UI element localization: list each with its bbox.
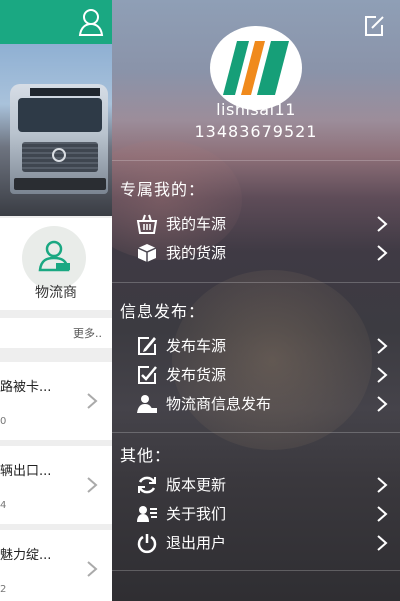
category-label: 物流商 (35, 285, 77, 301)
chevron-right-icon (377, 245, 388, 261)
list-item[interactable]: 辆出口... 4 (0, 446, 112, 524)
menu-item-publish-vehicle[interactable]: 发布车源 (136, 332, 388, 360)
divider (112, 570, 400, 571)
chevron-right-icon (87, 393, 98, 409)
menu-item-label: 我的车源 (166, 215, 227, 233)
chevron-right-icon (377, 477, 388, 493)
menu-item-publish-cargo[interactable]: 发布货源 (136, 361, 388, 389)
phone-number: 13483679521 (194, 122, 318, 141)
truck-bumper (14, 178, 106, 190)
logistics-provider-icon (38, 240, 70, 272)
menu-item-label: 发布车源 (166, 337, 227, 355)
chevron-right-icon (87, 477, 98, 493)
category-section: 物流商 (0, 218, 112, 310)
chevron-right-icon (377, 216, 388, 232)
background-app: 物流商 更多.. 路被卡... 0 辆出口... 4 魅力绽... 2 (0, 0, 112, 601)
edit-profile-icon[interactable] (362, 14, 386, 38)
menu-item-label: 退出用户 (166, 534, 227, 552)
list-item-title: 魅力绽... (0, 548, 52, 563)
app-logo-icon (223, 41, 289, 95)
menu-item-label: 关于我们 (166, 505, 227, 523)
contact-card-icon (137, 506, 157, 522)
list-item-meta: 2 (0, 584, 7, 595)
section-title-mine: 专属我的： (120, 180, 206, 199)
list-item-meta: 4 (0, 500, 7, 511)
list-item[interactable]: 魅力绽... 2 (0, 530, 112, 601)
truck-sunvisor (30, 88, 100, 96)
avatar[interactable] (210, 26, 302, 110)
menu-item-publish-logistics[interactable]: 物流商信息发布 (136, 390, 388, 418)
edit-check-icon (138, 366, 157, 384)
chevron-right-icon (377, 338, 388, 354)
username: lishisai11 (216, 100, 296, 119)
menu-item-label: 版本更新 (166, 476, 227, 494)
section-title-publish: 信息发布： (120, 302, 206, 321)
list-item-title: 辆出口... (0, 464, 52, 479)
list-item-meta: 0 (0, 416, 7, 427)
menu-item-version-update[interactable]: 版本更新 (136, 471, 388, 499)
more-row: 更多.. (0, 318, 112, 348)
truck-logo (52, 148, 66, 162)
menu-item-my-vehicles[interactable]: 我的车源 (136, 210, 388, 238)
menu-item-logout[interactable]: 退出用户 (136, 529, 388, 557)
user-icon[interactable] (78, 8, 104, 36)
background-app-toolbar (0, 0, 112, 44)
person-icon (137, 395, 157, 413)
menu-item-about-us[interactable]: 关于我们 (136, 500, 388, 528)
divider (112, 282, 400, 283)
truck-windshield (18, 98, 102, 132)
power-icon (137, 534, 157, 554)
menu-item-label: 物流商信息发布 (166, 395, 272, 413)
menu-item-label: 我的货源 (166, 244, 227, 262)
chevron-right-icon (377, 506, 388, 522)
basket-icon (136, 214, 158, 234)
background-blur (172, 270, 372, 450)
navigation-drawer: lishisai11 13483679521 专属我的： 我的车源 我的货源 信… (112, 0, 400, 601)
chevron-right-icon (377, 535, 388, 551)
truck-banner-image[interactable] (0, 44, 112, 259)
chevron-right-icon (377, 367, 388, 383)
chevron-right-icon (87, 561, 98, 577)
list-item-title: 路被卡... (0, 380, 52, 395)
menu-item-my-cargo[interactable]: 我的货源 (136, 239, 388, 267)
box-icon (137, 244, 157, 262)
divider (112, 432, 400, 433)
section-title-other: 其他： (120, 446, 172, 465)
refresh-icon (138, 476, 156, 494)
menu-item-label: 发布货源 (166, 366, 227, 384)
list-item[interactable]: 路被卡... 0 (0, 362, 112, 440)
more-link[interactable]: 更多.. (73, 325, 102, 341)
edit-pencil-icon (138, 337, 156, 355)
chevron-right-icon (377, 396, 388, 412)
divider (112, 160, 400, 161)
